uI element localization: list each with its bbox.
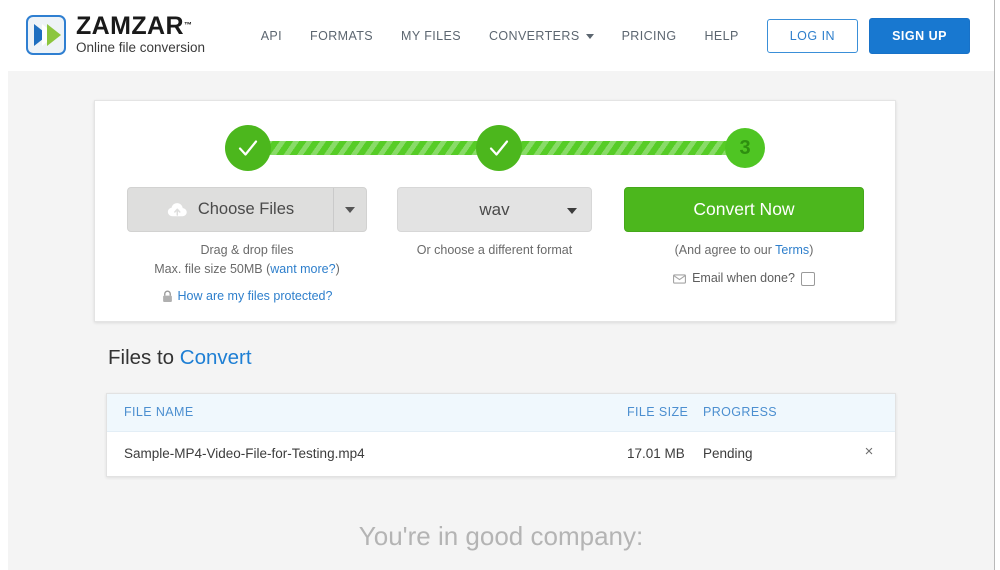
nav-api[interactable]: API (247, 29, 296, 43)
logo-trademark: ™ (183, 20, 192, 30)
check-icon (489, 140, 509, 156)
nav-api-label: API (260, 28, 283, 43)
files-table-header: FILE NAME FILE SIZE PROGRESS (107, 394, 895, 432)
max-size-prefix: Max. file size 50MB ( (154, 262, 271, 277)
main-nav: API FORMATS MY FILES CONVERTERS PRICING … (247, 0, 970, 71)
nav-help[interactable]: HELP (690, 29, 752, 43)
files-protected-link[interactable]: How are my files protected? (178, 287, 333, 306)
lock-icon (162, 290, 172, 302)
step-2-complete (476, 125, 522, 171)
logo-name-row: ZAMZAR™ (76, 14, 205, 39)
page-body: 3 Choose Files wav Convert Now Drag & dr… (8, 71, 994, 570)
browser-scrollbar-edge[interactable] (994, 0, 1000, 570)
choose-files-main[interactable]: Choose Files (128, 188, 333, 231)
remove-file-button[interactable]: × (860, 443, 878, 461)
files-heading-accent: Convert (179, 346, 252, 369)
terms-suffix: ) (809, 243, 814, 257)
step-connector-2 (493, 141, 741, 155)
email-when-done-label: Email when done? (692, 271, 795, 286)
logo-tagline: Online file conversion (76, 40, 206, 55)
max-size-suffix: ) (335, 262, 340, 277)
terms-link[interactable]: Terms (775, 243, 809, 257)
site-logo[interactable]: ZAMZAR™ Online file conversion (26, 14, 205, 56)
nav-help-label: HELP (704, 28, 739, 43)
envelope-icon (673, 274, 687, 284)
terms-prefix: (And agree to our (674, 243, 776, 257)
good-company-heading: You're in good company: (358, 521, 644, 551)
files-to-convert-heading: Files to Convert (108, 346, 252, 370)
files-table: FILE NAME FILE SIZE PROGRESS Sample-MP4-… (106, 393, 896, 477)
converter-card: 3 Choose Files wav Convert Now Drag & dr… (94, 100, 896, 322)
nav-my-files[interactable]: MY FILES (387, 29, 475, 43)
step-connector-1 (243, 141, 491, 155)
sign-up-button[interactable]: SIGN UP (869, 17, 970, 54)
column-header-file-name: FILE NAME (124, 405, 194, 419)
converter-controls: Choose Files wav Convert Now (95, 187, 895, 233)
terms-row: (And agree to our Terms) (624, 241, 864, 260)
output-format-value: wav (479, 199, 510, 219)
cell-file-size: 17.01 MB (627, 446, 685, 461)
step-3-number: 3 (739, 137, 751, 159)
step-1-complete (225, 125, 271, 171)
format-helper-text: Or choose a different format (416, 243, 573, 257)
table-row: Sample-MP4-Video-File-for-Testing.mp4 17… (107, 432, 895, 476)
choose-files-helper: Drag & drop files Max. file size 50MB (w… (127, 241, 367, 306)
cell-file-name: Sample-MP4-Video-File-for-Testing.mp4 (124, 446, 365, 461)
column-header-progress: PROGRESS (703, 405, 778, 419)
step-3-current: 3 (725, 128, 765, 168)
chevron-down-icon (345, 206, 355, 213)
step-progress-indicator: 3 (225, 125, 765, 171)
files-protected-row: How are my files protected? (127, 287, 367, 306)
nav-formats-label: FORMATS (310, 28, 374, 43)
log-in-button[interactable]: LOG IN (766, 18, 859, 53)
convert-now-button[interactable]: Convert Now (624, 187, 864, 232)
convert-now-label: Convert Now (693, 199, 795, 219)
logo-text: ZAMZAR™ Online file conversion (76, 14, 205, 56)
nav-my-files-label: MY FILES (401, 28, 461, 43)
cloud-upload-icon (167, 202, 187, 216)
convert-helper: (And agree to our Terms) Email when done… (624, 241, 864, 289)
chevron-down-icon (567, 208, 577, 214)
site-header: ZAMZAR™ Online file conversion API FORMA… (8, 0, 994, 72)
choose-files-button[interactable]: Choose Files (127, 187, 367, 232)
nav-pricing-label: PRICING (621, 28, 677, 43)
chevron-down-icon (585, 34, 594, 39)
want-more-link[interactable]: want more? (270, 262, 335, 276)
format-helper: Or choose a different format (397, 241, 592, 260)
zamzar-chevrons-icon (26, 14, 66, 55)
email-when-done-row: Email when done? (624, 269, 864, 288)
files-heading-prefix: Files to (108, 346, 180, 369)
column-header-file-size: FILE SIZE (627, 405, 689, 419)
check-icon (238, 140, 258, 156)
cell-progress: Pending (703, 446, 753, 461)
nav-pricing[interactable]: PRICING (608, 29, 691, 43)
choose-files-dropdown-toggle[interactable] (333, 188, 366, 231)
nav-converters-label: CONVERTERS (488, 28, 580, 43)
logo-name: ZAMZAR (76, 12, 184, 40)
email-when-done-checkbox[interactable] (800, 272, 815, 287)
max-size-text: Max. file size 50MB (want more?) (127, 260, 367, 279)
output-format-select[interactable]: wav (397, 187, 592, 232)
choose-files-label: Choose Files (197, 200, 295, 218)
nav-formats[interactable]: FORMATS (296, 29, 387, 43)
browser-page: ZAMZAR™ Online file conversion API FORMA… (8, 0, 994, 570)
drag-drop-text: Drag & drop files (200, 243, 294, 257)
screenshot-root: ZAMZAR™ Online file conversion API FORMA… (0, 0, 1000, 570)
nav-converters[interactable]: CONVERTERS (475, 29, 608, 43)
